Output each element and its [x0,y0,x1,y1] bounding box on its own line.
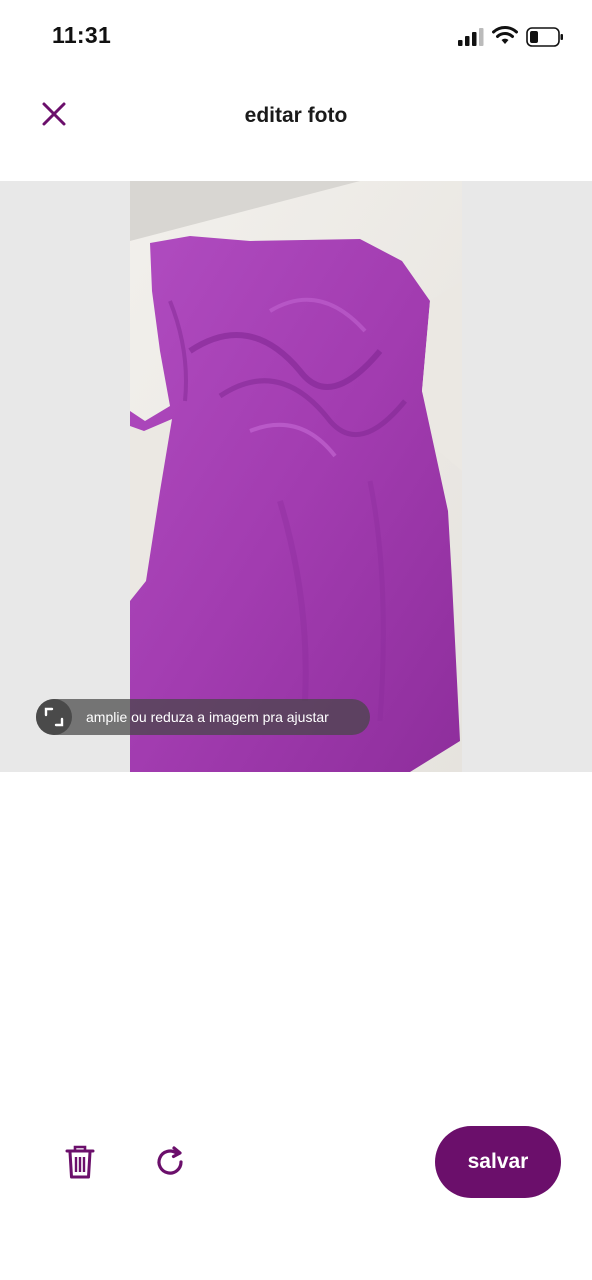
wifi-icon [492,26,518,44]
trash-icon [65,1145,95,1179]
delete-button[interactable] [60,1140,100,1184]
garment-photo[interactable] [130,181,462,772]
bottom-toolbar: salvar [0,1110,592,1220]
image-editor[interactable]: amplie ou reduza a imagem pra ajustar [0,181,592,772]
status-bar: 11:31 [0,0,592,76]
rotate-icon [157,1146,183,1175]
rotate-button[interactable] [150,1140,190,1184]
zoom-hint-text: amplie ou reduza a imagem pra ajustar [86,709,329,725]
page-title: editar foto [244,104,348,127]
cellular-signal-icon [458,28,484,46]
save-button[interactable]: salvar [435,1126,561,1198]
header: editar foto [0,76,592,156]
zoom-hint: amplie ou reduza a imagem pra ajustar [36,699,370,735]
resize-icon [36,699,72,735]
status-time: 11:31 [52,22,112,48]
battery-icon [526,27,563,47]
